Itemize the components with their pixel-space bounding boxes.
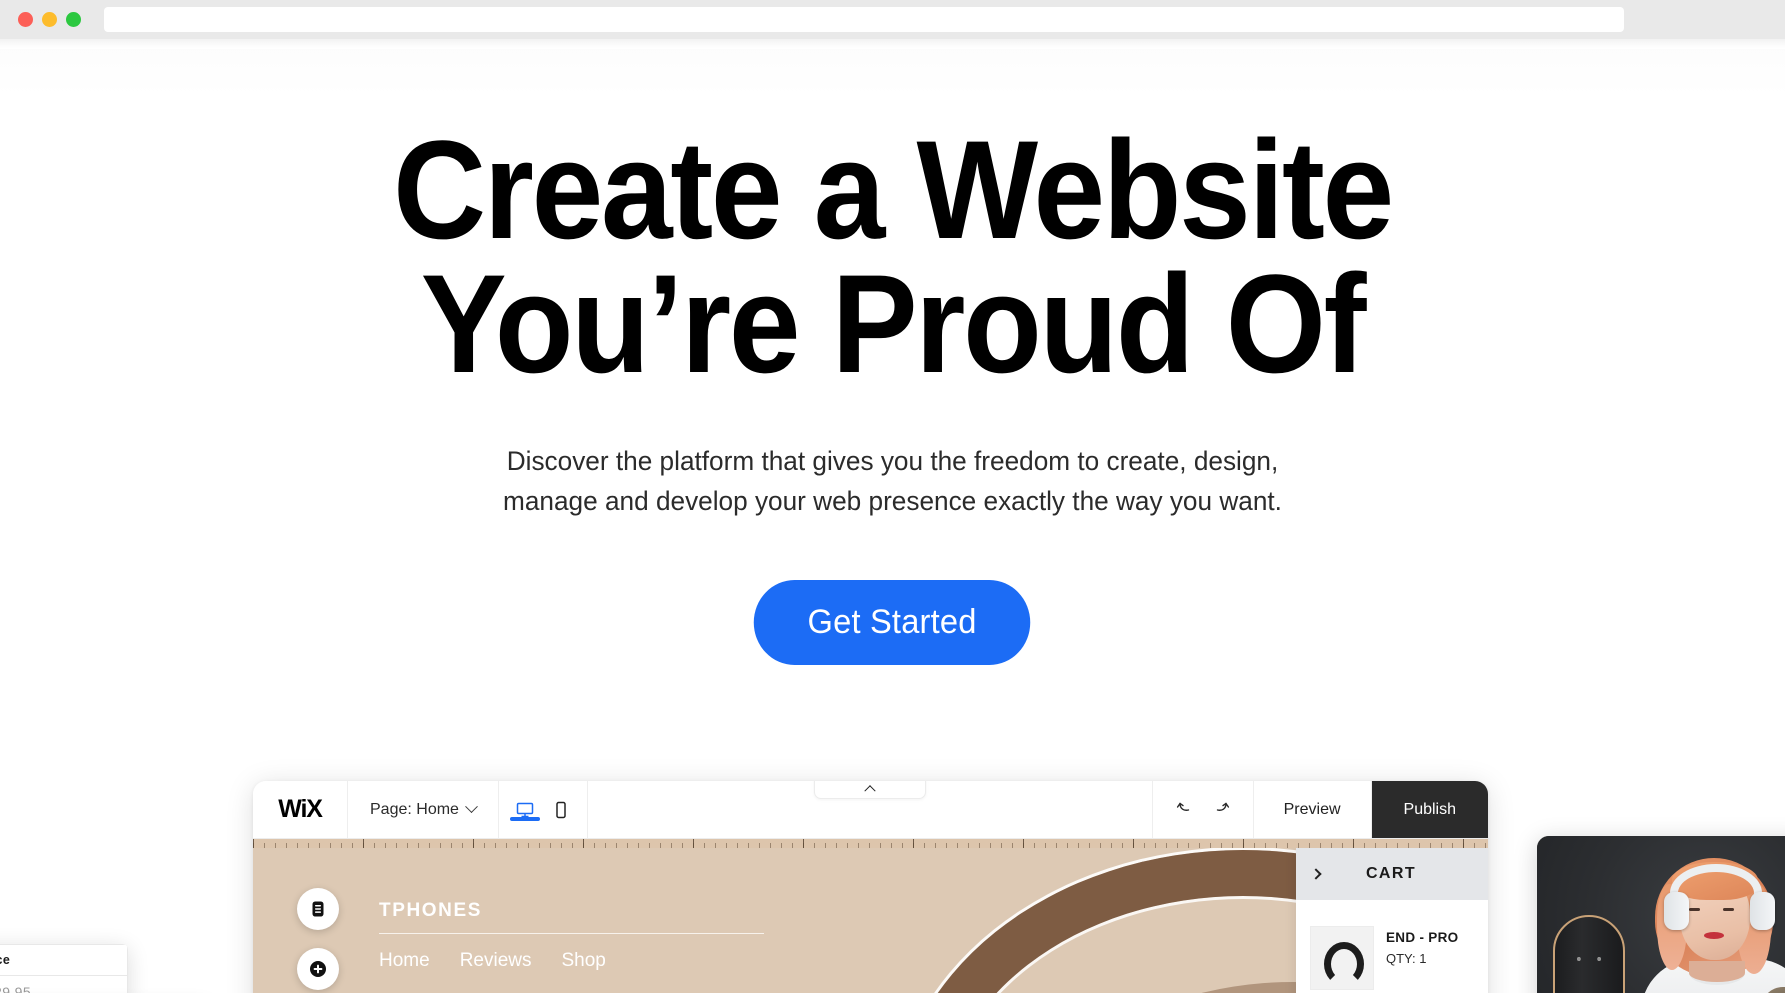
page-title: Create a Website You’re Proud Of: [393, 111, 1394, 403]
cart-header: CART: [1296, 848, 1488, 900]
device-switcher: [499, 781, 588, 838]
desktop-view-icon[interactable]: [509, 800, 540, 821]
traffic-light-buttons: [18, 12, 81, 27]
price-table-card: Price $129.95: [0, 944, 128, 993]
mobile-view-icon[interactable]: [551, 800, 571, 820]
get-started-button[interactable]: Get Started: [754, 579, 1031, 665]
editor-toolbar: WiX Page: Home Preview Publish: [253, 781, 1488, 839]
ruler-major-ticks: [253, 839, 1488, 848]
site-brand: TPHONES: [379, 900, 483, 921]
cart-item-qty: QTY: 1: [1386, 951, 1427, 966]
site-nav-links: Home Reviews Shop: [379, 950, 779, 972]
wix-editor-mockup: WiX Page: Home Preview Publish TPHONES H…: [253, 781, 1488, 993]
site-navigation: TPHONES Home Reviews Shop: [379, 900, 779, 972]
site-canvas[interactable]: TPHONES Home Reviews Shop CART END - PRO…: [253, 848, 1488, 993]
price-table: Price $129.95: [0, 944, 128, 993]
address-bar[interactable]: [104, 7, 1624, 32]
pages-icon[interactable]: [297, 888, 339, 930]
cart-line-item: END - PRO QTY: 1: [1296, 900, 1488, 990]
wix-logo-cell[interactable]: WiX: [253, 781, 348, 838]
chevron-down-icon: [465, 800, 478, 814]
cart-title: CART: [1365, 865, 1417, 882]
toolbar-spacer: [588, 781, 1153, 838]
maximize-window-button[interactable]: [66, 12, 81, 27]
site-nav-item-reviews[interactable]: Reviews: [460, 950, 532, 972]
editor-ruler[interactable]: [253, 839, 1488, 848]
history-controls: [1153, 781, 1254, 838]
collapse-toolbar-tab[interactable]: [813, 781, 926, 799]
site-nav-item-home[interactable]: Home: [379, 950, 430, 972]
cta-container: Get Started: [0, 579, 1785, 665]
cart-panel: CART END - PRO QTY: 1: [1296, 848, 1488, 993]
headphone-cup-right: [1750, 892, 1775, 930]
minimize-window-button[interactable]: [42, 12, 57, 27]
table-row: $129.95: [0, 975, 128, 993]
site-nav-item-shop[interactable]: Shop: [562, 950, 606, 972]
hero-subtitle: Discover the platform that gives you the…: [503, 445, 1282, 516]
browser-chrome: [0, 0, 1785, 39]
skateboard: [1553, 915, 1625, 993]
undo-icon[interactable]: [1175, 798, 1194, 822]
active-device-indicator: [509, 816, 540, 821]
site-divider: [379, 933, 764, 934]
table-header-price: Price: [0, 944, 128, 976]
cart-item-meta: END - PRO QTY: 1: [1386, 926, 1458, 966]
close-window-button[interactable]: [18, 12, 33, 27]
chrome-divider: [0, 39, 1785, 49]
page-selector[interactable]: Page: Home: [348, 781, 499, 838]
person-collar: [1689, 961, 1745, 985]
editor-float-buttons: [297, 888, 339, 990]
cart-item-name: END - PRO: [1386, 930, 1459, 945]
redo-icon[interactable]: [1212, 798, 1231, 822]
chevron-up-icon: [864, 785, 876, 797]
publish-button[interactable]: Publish: [1371, 781, 1488, 838]
cart-item-thumbnail: [1310, 926, 1374, 990]
hero-section: Create a Website You’re Proud Of Discove…: [0, 39, 1785, 665]
headphone-cup-left: [1664, 892, 1689, 930]
table-header-row: Price: [0, 944, 128, 976]
preview-button[interactable]: Preview: [1254, 781, 1372, 838]
lifestyle-photo-card: [1537, 836, 1785, 993]
person-lips: [1704, 932, 1724, 939]
headphones-thumb-icon: [1324, 942, 1364, 986]
table-cell-price: $129.95: [0, 975, 128, 993]
wix-logo: WiX: [278, 795, 323, 823]
add-icon[interactable]: [297, 948, 339, 990]
page-selector-label: Page: Home: [370, 800, 459, 818]
landing-page: Create a Website You’re Proud Of Discove…: [0, 39, 1785, 993]
